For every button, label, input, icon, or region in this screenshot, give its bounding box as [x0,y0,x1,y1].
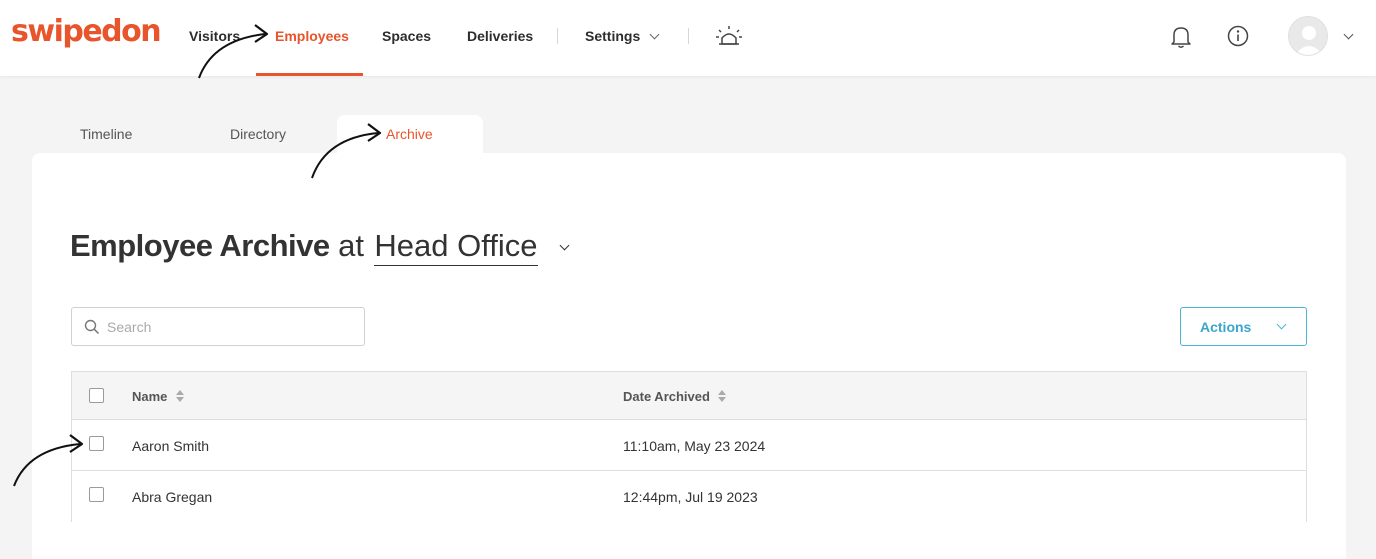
location-selector[interactable]: Head Office [374,228,538,266]
date-archived: 11:10am, May 23 2024 [623,438,766,454]
actions-label: Actions [1200,319,1252,335]
swipedon-logo[interactable]: swipedon [11,14,162,49]
page-title-at: at [338,228,364,263]
info-icon[interactable] [1227,25,1249,52]
page-title-strong: Employee Archive [70,228,330,263]
column-header-name[interactable]: Name [132,389,167,404]
settings-chevron-down-icon[interactable] [649,29,660,40]
table-header: Name Date Archived [72,372,1306,420]
table-row[interactable]: Aaron Smith 11:10am, May 23 2024 [72,420,1306,471]
user-avatar-icon[interactable] [1288,16,1328,56]
select-all-checkbox[interactable] [89,388,104,403]
nav-separator [688,28,689,44]
annotation-arrow-icon [198,24,269,79]
actions-dropdown-button[interactable]: Actions [1180,307,1307,346]
row-checkbox[interactable] [89,436,104,451]
annotation-arrow-icon [311,123,382,179]
account-chevron-down-icon[interactable] [1343,29,1354,40]
emergency-alarm-icon[interactable] [715,24,743,53]
search-icon [84,319,100,340]
employee-name: Aaron Smith [132,438,210,454]
sort-date-icon[interactable] [717,389,727,408]
employee-name: Abra Gregan [132,489,213,505]
column-header-date-archived[interactable]: Date Archived [623,389,710,404]
sort-name-icon[interactable] [175,389,185,408]
search-box [71,307,365,346]
tab-directory[interactable]: Directory [230,126,286,142]
date-archived: 12:44pm, Jul 19 2023 [623,489,758,505]
nav-deliveries[interactable]: Deliveries [467,28,533,44]
page-title: Employee Archive at Head Office [70,228,538,266]
archive-table: Name Date Archived Aaron Smith 11:10am, … [71,371,1307,522]
row-checkbox[interactable] [89,487,104,502]
nav-settings[interactable]: Settings [585,28,640,44]
tab-archive[interactable]: Archive [386,126,433,142]
nav-spaces[interactable]: Spaces [382,28,431,44]
tab-timeline[interactable]: Timeline [80,126,132,142]
table-row[interactable]: Abra Gregan 12:44pm, Jul 19 2023 [72,471,1306,522]
search-input[interactable] [107,317,357,337]
nav-separator [557,28,558,44]
annotation-arrow-icon [13,434,84,487]
bell-icon[interactable] [1170,25,1192,54]
nav-employees[interactable]: Employees [275,28,349,44]
actions-chevron-down-icon [1276,319,1287,330]
